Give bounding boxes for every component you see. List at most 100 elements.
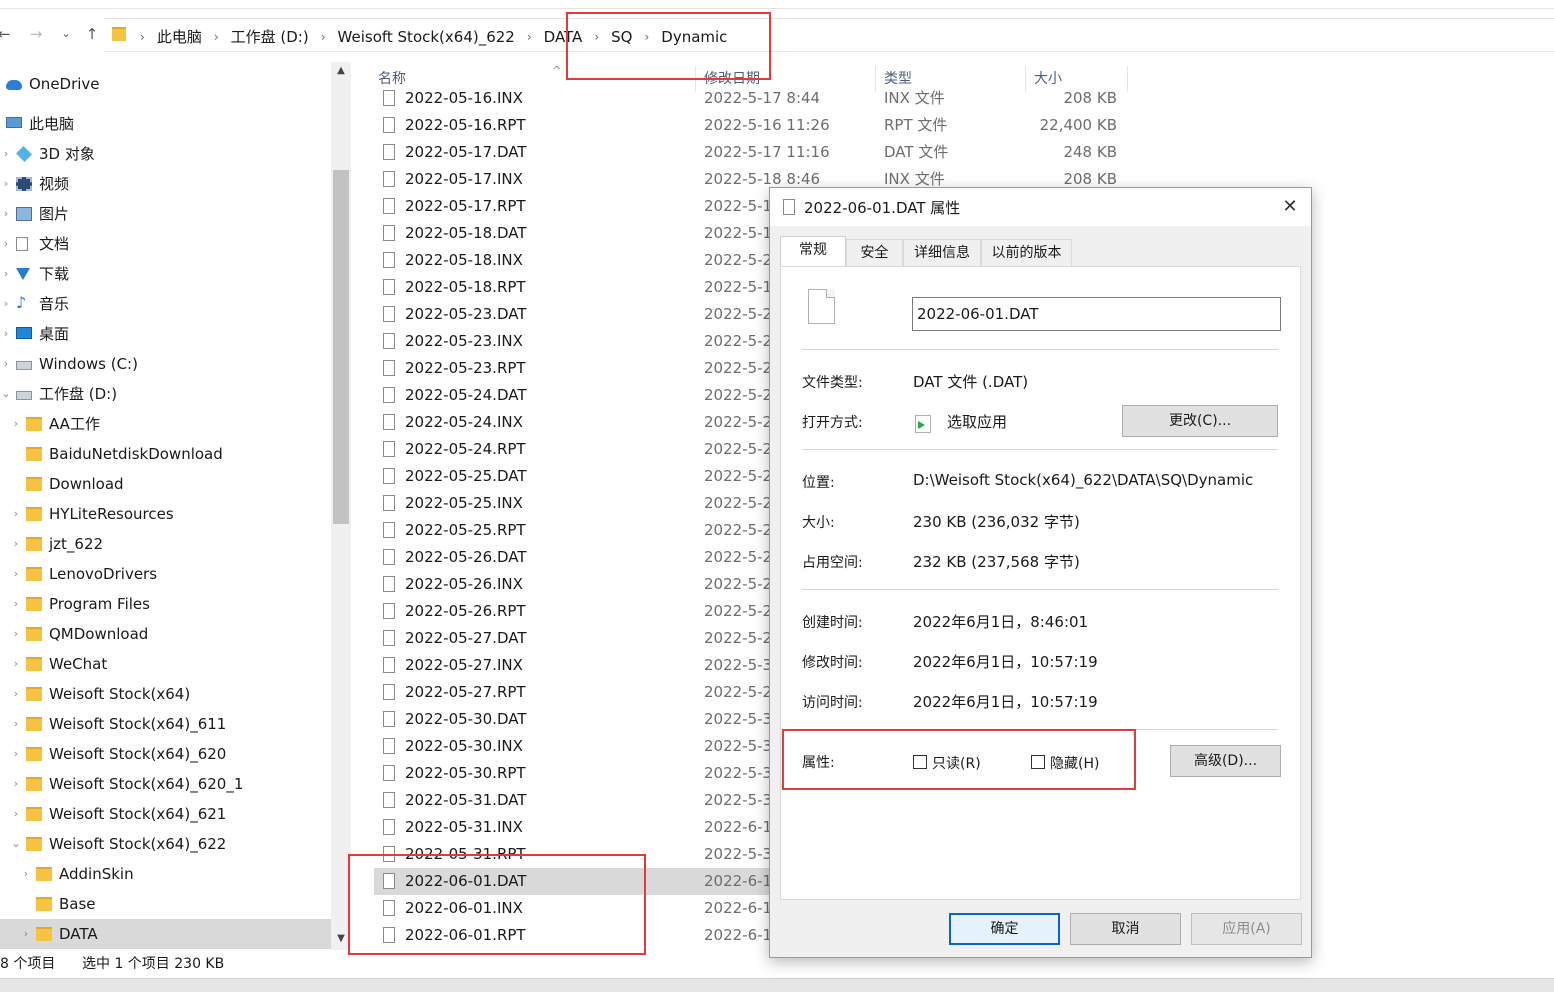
close-icon[interactable]: ✕	[1276, 194, 1304, 220]
expand-chevron-icon[interactable]: ›	[20, 859, 32, 889]
nav-item[interactable]: › Windows (C:)	[0, 349, 331, 379]
nav-item[interactable]: Download	[0, 469, 331, 499]
nav-item[interactable]: › Weisoft Stock(x64)_621	[0, 799, 331, 829]
nav-item[interactable]: Base	[0, 889, 331, 919]
scroll-down-arrow-icon[interactable]: ▼	[331, 930, 351, 948]
expand-chevron-icon[interactable]: ›	[0, 229, 12, 259]
expand-chevron-icon[interactable]: ›	[0, 319, 12, 349]
expand-chevron-icon[interactable]: ›	[0, 169, 12, 199]
expand-chevron-icon[interactable]: ⌄	[10, 829, 22, 859]
hidden-label[interactable]: 隐藏(H)	[1050, 753, 1099, 773]
breadcrumb-chevron-icon[interactable]: ›	[214, 30, 219, 44]
scrollbar-thumb[interactable]	[333, 170, 349, 524]
expand-chevron-icon[interactable]: ›	[0, 139, 12, 169]
expand-chevron-icon[interactable]: ›	[10, 499, 22, 529]
hidden-checkbox[interactable]	[1031, 755, 1045, 769]
tab-general[interactable]: 常规	[780, 236, 846, 267]
nav-item[interactable]: ⌄ Weisoft Stock(x64)_622	[0, 829, 331, 859]
expand-chevron-icon[interactable]: ›	[0, 259, 12, 289]
nav-item[interactable]: › ♪ 音乐	[0, 289, 331, 319]
nav-item[interactable]: › HYLiteResources	[0, 499, 331, 529]
breadcrumb-item[interactable]: 工作盘 (D:)	[231, 26, 309, 47]
breadcrumb-item[interactable]: Weisoft Stock(x64)_622	[338, 28, 515, 46]
breadcrumb-chevron-icon[interactable]: ›	[140, 30, 145, 44]
tab-previous-versions[interactable]: 以前的版本	[981, 239, 1072, 266]
expand-chevron-icon[interactable]: ›	[10, 559, 22, 589]
divider	[802, 349, 1278, 350]
scroll-up-arrow-icon[interactable]: ▲	[331, 62, 351, 80]
breadcrumb-chevron-icon[interactable]: ›	[594, 30, 599, 44]
nav-item[interactable]: › jzt_622	[0, 529, 331, 559]
forward-arrow-icon[interactable]: →	[26, 24, 46, 44]
expand-chevron-icon[interactable]: ›	[10, 619, 22, 649]
nav-item[interactable]: › WeChat	[0, 649, 331, 679]
expand-chevron-icon[interactable]: ›	[10, 589, 22, 619]
expand-chevron-icon[interactable]: ›	[0, 199, 12, 229]
breadcrumb-chevron-icon[interactable]: ›	[527, 30, 532, 44]
recent-locations-chevron-icon[interactable]: ⌄	[56, 24, 76, 44]
breadcrumb-item[interactable]: DATA	[544, 28, 583, 46]
nav-item[interactable]: › AA工作	[0, 409, 331, 439]
nav-item[interactable]: › LenovoDrivers	[0, 559, 331, 589]
nav-item[interactable]: › Program Files	[0, 589, 331, 619]
expand-chevron-icon[interactable]: ›	[10, 769, 22, 799]
expand-chevron-icon[interactable]: ⌄	[0, 379, 12, 409]
readonly-label[interactable]: 只读(R)	[932, 753, 981, 773]
nav-item[interactable]: › 3D 对象	[0, 139, 331, 169]
nav-item[interactable]: › QMDownload	[0, 619, 331, 649]
expand-chevron-icon[interactable]: ›	[10, 739, 22, 769]
nav-item[interactable]: › DATA	[0, 919, 331, 949]
file-name: 2022-05-16.RPT	[405, 116, 526, 134]
breadcrumb-chevron-icon[interactable]: ›	[644, 30, 649, 44]
change-button[interactable]: 更改(C)...	[1122, 405, 1278, 437]
file-row[interactable]: 2022-05-17.DAT 2022-5-17 11:16 DAT 文件 248 K…	[374, 139, 1554, 166]
expand-chevron-icon[interactable]: ›	[10, 799, 22, 829]
expand-chevron-icon[interactable]: ⌄	[0, 109, 2, 139]
tab-security[interactable]: 安全	[846, 239, 903, 266]
expand-chevron-icon[interactable]: ›	[10, 409, 22, 439]
filename-input[interactable]	[912, 297, 1281, 331]
address-bar[interactable]: › 此电脑 › 工作盘 (D:) › Weisoft Stock(x64)_622 › DAT…	[104, 18, 1554, 52]
expand-chevron-icon[interactable]: ›	[10, 709, 22, 739]
advanced-button[interactable]: 高级(D)...	[1170, 745, 1281, 777]
expand-chevron-icon[interactable]: ›	[10, 649, 22, 679]
apply-button[interactable]: 应用(A)	[1191, 913, 1302, 945]
breadcrumb-item[interactable]: 此电脑	[157, 26, 202, 47]
file-type: RPT 文件	[884, 116, 948, 134]
navigation-pane-scrollbar[interactable]: ▲ ▼	[331, 62, 351, 950]
nav-item[interactable]: ⌄ 此电脑	[0, 109, 331, 139]
folder-icon	[26, 507, 42, 521]
readonly-checkbox[interactable]	[913, 755, 927, 769]
expand-chevron-icon[interactable]: ›	[0, 289, 12, 319]
file-modified: 2022-6-1	[704, 899, 773, 917]
nav-item[interactable]: › Weisoft Stock(x64)	[0, 679, 331, 709]
nav-item[interactable]: › AddinSkin	[0, 859, 331, 889]
expand-chevron-icon[interactable]: ›	[10, 679, 22, 709]
nav-item[interactable]: › Weisoft Stock(x64)_620_1	[0, 769, 331, 799]
file-row[interactable]: 2022-06-01.DAT 2022-6-1	[374, 868, 804, 895]
nav-item[interactable]: ⌄ 工作盘 (D:)	[0, 379, 331, 409]
nav-item[interactable]: OneDrive	[0, 69, 331, 99]
file-row[interactable]: 2022-05-16.RPT 2022-5-16 11:26 RPT 文件 22,40…	[374, 112, 1554, 139]
up-arrow-icon[interactable]: ↑	[82, 24, 102, 44]
cancel-button[interactable]: 取消	[1070, 913, 1181, 945]
expand-chevron-icon[interactable]: ›	[20, 919, 32, 949]
breadcrumb-item[interactable]: SQ	[611, 28, 632, 46]
back-arrow-icon[interactable]: ←	[0, 24, 14, 44]
expand-chevron-icon[interactable]: ›	[0, 349, 12, 379]
file-icon	[383, 576, 395, 592]
nav-item[interactable]: › Weisoft Stock(x64)_620	[0, 739, 331, 769]
ok-button[interactable]: 确定	[949, 913, 1060, 945]
tab-details[interactable]: 详细信息	[903, 239, 981, 266]
nav-item[interactable]: › 下载	[0, 259, 331, 289]
expand-chevron-icon[interactable]: ›	[10, 529, 22, 559]
nav-item[interactable]: › 桌面	[0, 319, 331, 349]
breadcrumb-item[interactable]: Dynamic	[661, 28, 727, 46]
nav-item[interactable]: › 图片	[0, 199, 331, 229]
nav-item[interactable]: › 文档	[0, 229, 331, 259]
nav-item[interactable]: BaiduNetdiskDownload	[0, 439, 331, 469]
breadcrumb-chevron-icon[interactable]: ›	[321, 30, 326, 44]
file-row[interactable]: 2022-05-16.INX 2022-5-17 8:44 INX 文件 208 KB	[374, 85, 1554, 112]
nav-item[interactable]: › 视频	[0, 169, 331, 199]
nav-item[interactable]: › Weisoft Stock(x64)_611	[0, 709, 331, 739]
